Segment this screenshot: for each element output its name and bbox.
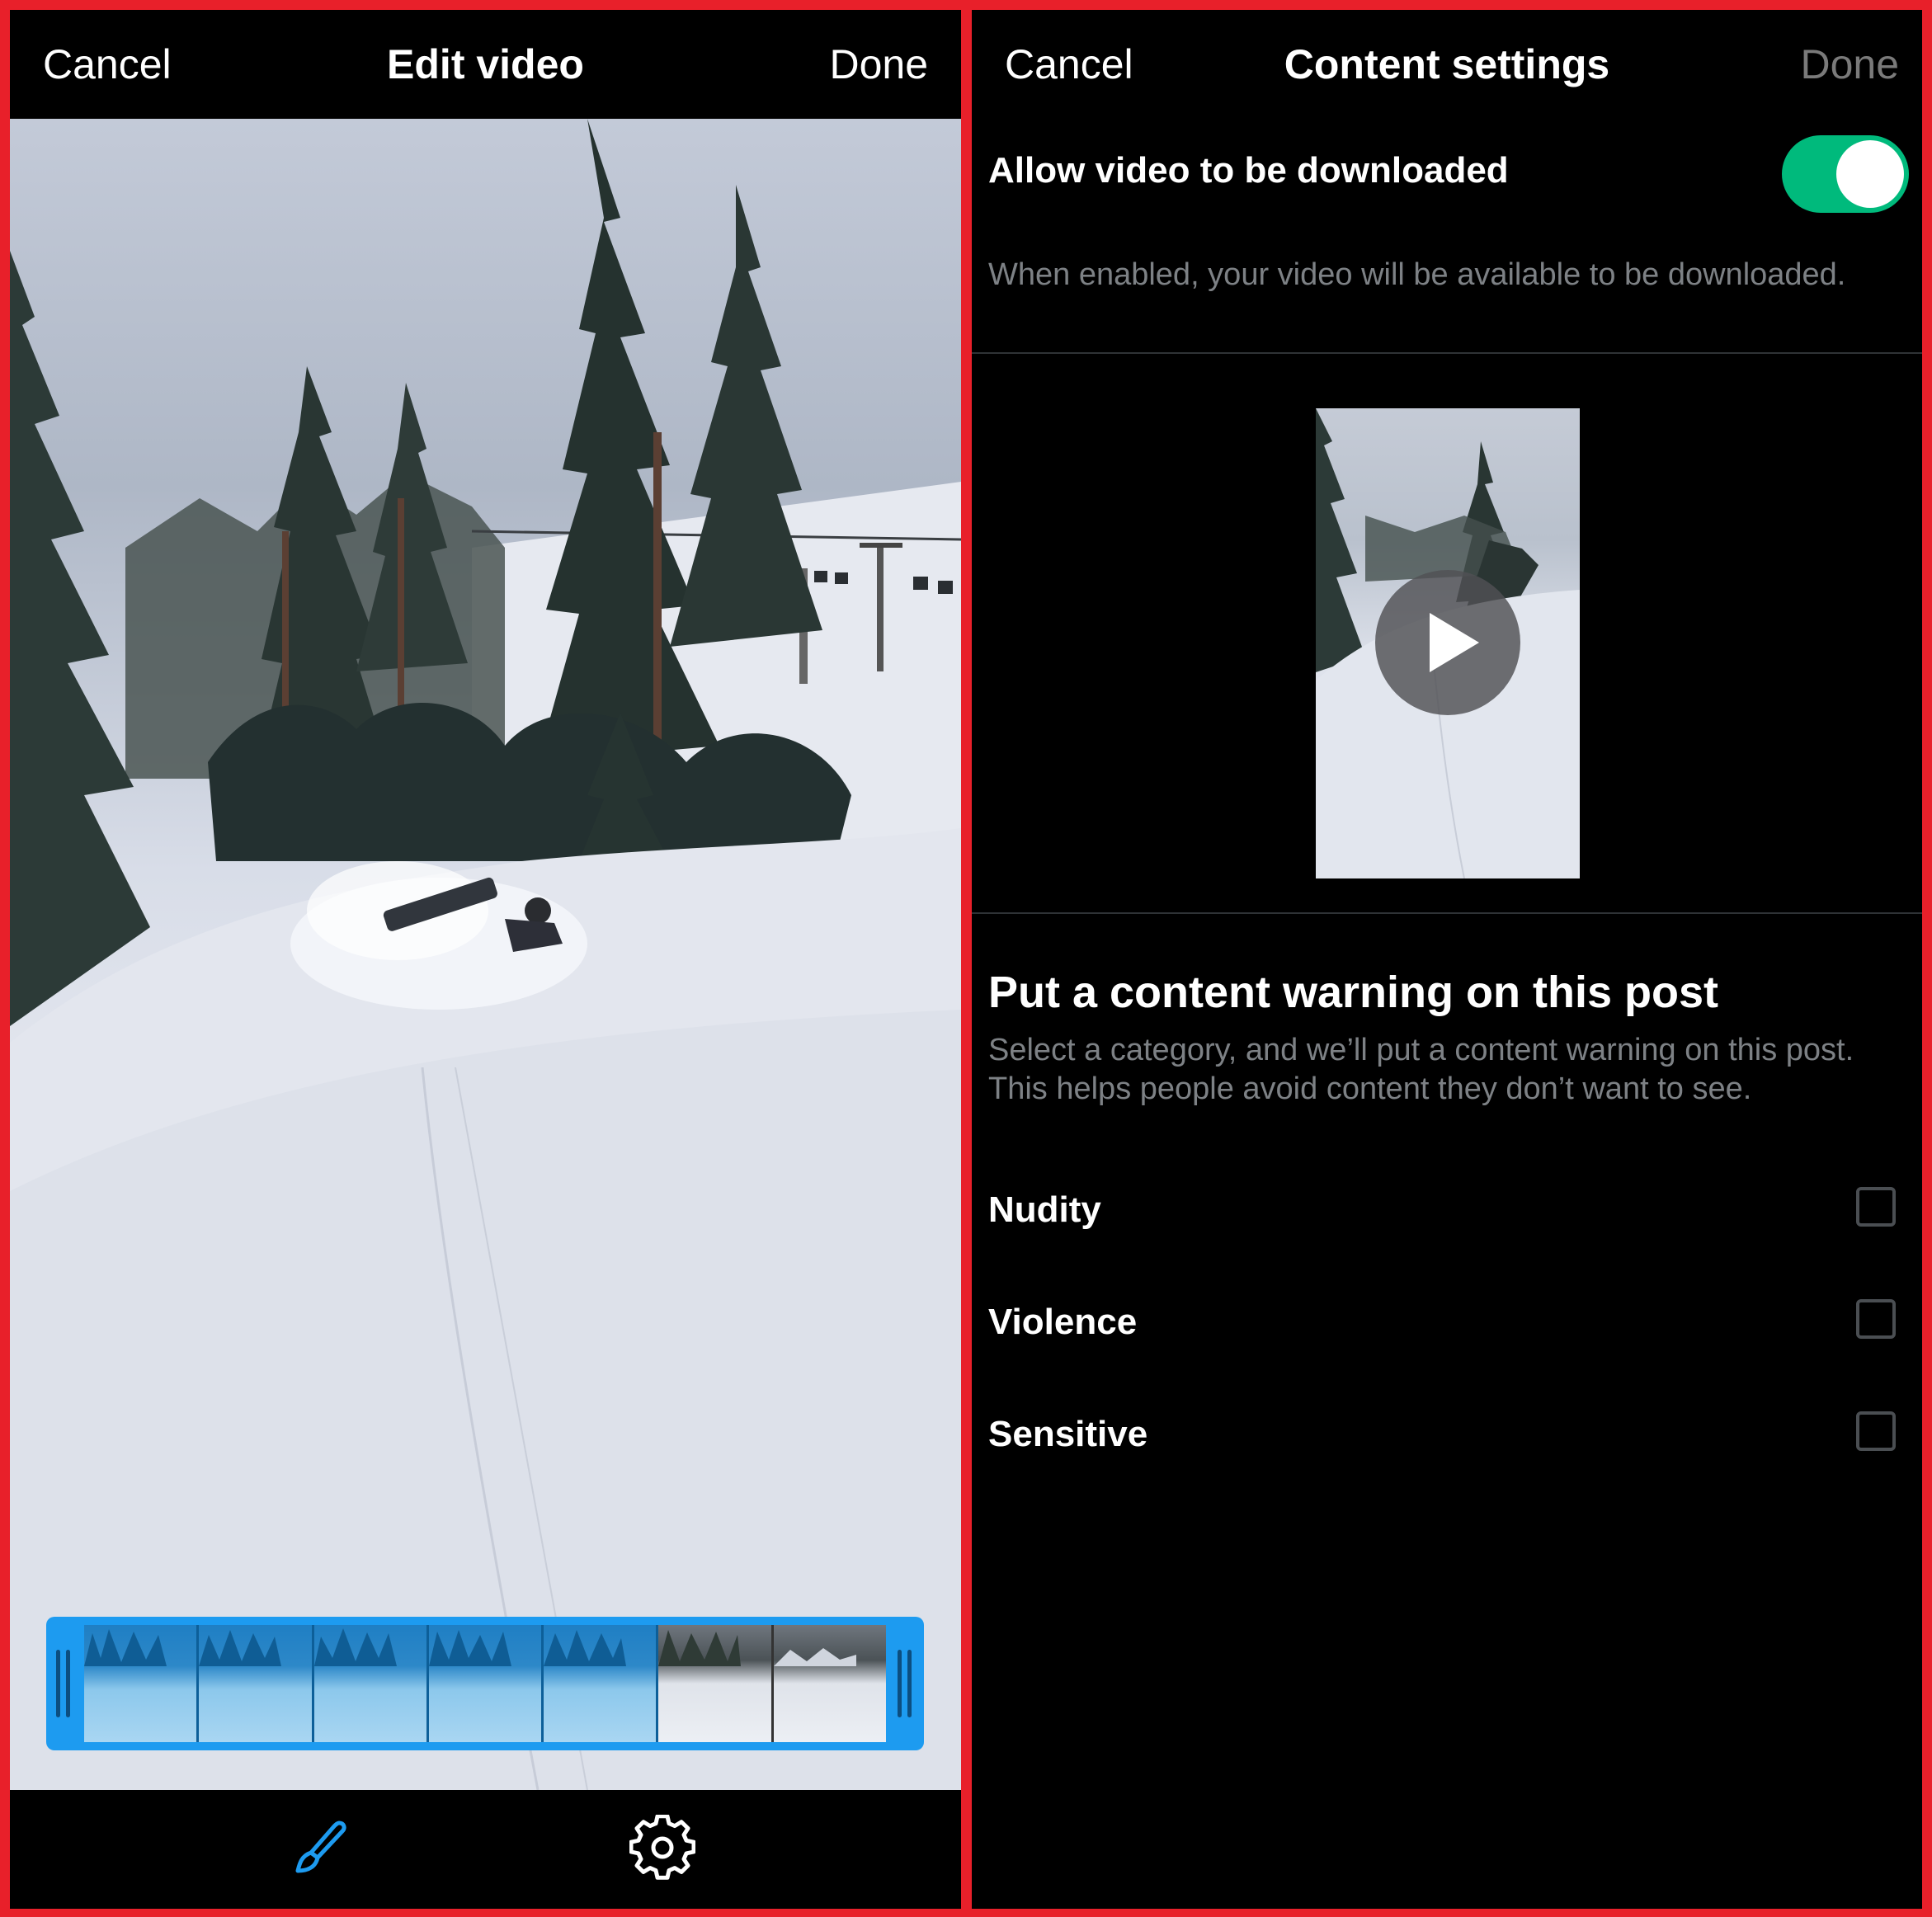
grip-line (898, 1650, 902, 1717)
divider (972, 912, 1922, 914)
timeline-frame (658, 1625, 774, 1742)
edit-video-navbar: Cancel Edit video Done (10, 10, 961, 119)
video-thumbnail[interactable] (1316, 408, 1580, 878)
timeline-frame (313, 1625, 429, 1742)
grip-line (907, 1650, 912, 1717)
play-button[interactable] (1375, 570, 1520, 715)
done-button[interactable]: Done (829, 10, 928, 119)
trim-frames (84, 1625, 886, 1742)
option-label: Sensitive (988, 1414, 1148, 1454)
toggle-knob (1836, 140, 1904, 208)
sensitive-checkbox[interactable] (1856, 1411, 1896, 1451)
trim-end-handle[interactable] (886, 1617, 924, 1750)
option-label: Violence (988, 1302, 1138, 1342)
divider (972, 352, 1922, 354)
nudity-checkbox[interactable] (1856, 1187, 1896, 1227)
video-preview[interactable] (10, 119, 961, 1790)
timeline-frame (773, 1625, 886, 1742)
option-label: Nudity (988, 1189, 1101, 1230)
timeline-frame (428, 1625, 544, 1742)
content-settings-navbar: Cancel Content settings Done (972, 10, 1922, 119)
warning-option-sensitive[interactable]: Sensitive (972, 1397, 1922, 1472)
play-icon (1430, 613, 1479, 672)
content-warning-heading: Put a content warning on this post (988, 968, 1718, 1017)
brush-icon[interactable] (286, 1815, 352, 1881)
warning-option-violence[interactable]: Violence (972, 1285, 1922, 1359)
cancel-button[interactable]: Cancel (1005, 10, 1133, 119)
video-scene-illustration (10, 119, 961, 1790)
grip-line (66, 1650, 70, 1717)
timeline-frame (84, 1625, 200, 1742)
done-button[interactable]: Done (1800, 10, 1899, 119)
trim-start-handle[interactable] (46, 1617, 84, 1750)
grip-line (56, 1650, 60, 1717)
gear-icon[interactable] (629, 1814, 696, 1881)
download-setting-label: Allow video to be downloaded (988, 150, 1509, 191)
timeline-frame (199, 1625, 314, 1742)
trim-timeline[interactable] (46, 1617, 924, 1750)
violence-checkbox[interactable] (1856, 1299, 1896, 1339)
content-warning-description: Select a category, and we’ll put a conte… (988, 1033, 1854, 1106)
download-toggle[interactable] (1782, 135, 1909, 213)
content-settings-screen: Cancel Content settings Done Allow video… (972, 10, 1922, 1909)
cancel-button[interactable]: Cancel (43, 10, 172, 119)
warning-option-nudity[interactable]: Nudity (972, 1173, 1922, 1247)
edit-toolbar (10, 1790, 961, 1909)
timeline-frame (544, 1625, 659, 1742)
edit-video-screen: Cancel Edit video Done (10, 10, 961, 1909)
download-setting-description: When enabled, your video will be availab… (988, 257, 1846, 292)
